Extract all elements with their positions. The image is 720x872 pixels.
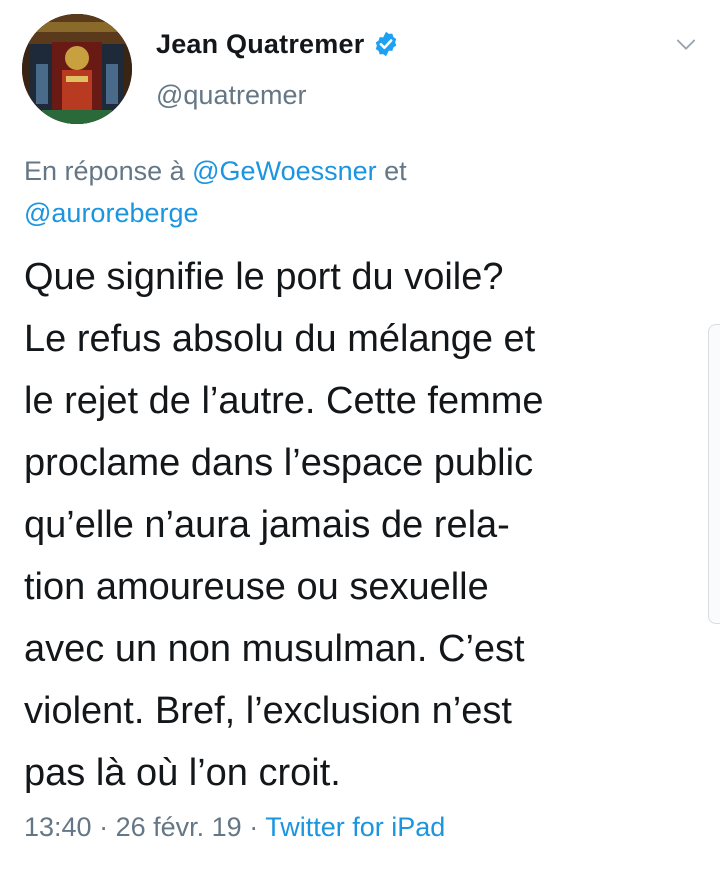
reply-conjunction: et (384, 156, 407, 186)
tweet-text-line: pas là où l’on croit. (24, 752, 341, 794)
meta-separator: · (99, 812, 109, 842)
edge-card-divider (708, 324, 720, 624)
reply-context: En réponse à @GeWoessner et @auroreberge (24, 150, 664, 234)
tweet-time[interactable]: 13:40 (24, 812, 92, 842)
tweet-text-line: le rejet de l’autre. Cette femme (24, 380, 544, 422)
tweet-text: Que signifie le port du voile? Le refus … (24, 246, 704, 804)
tweet-text-line: tion amoureuse ou sexuelle (24, 566, 489, 608)
tweet-text-line: proclame dans l’espace public (24, 442, 534, 484)
tweet-text-line: qu’elle n’aura jamais de rela- (24, 504, 510, 546)
tweet-text-line: avec un non musulman. C’est (24, 628, 525, 670)
tweet-date[interactable]: 26 févr. 19 (116, 812, 242, 842)
tweet-text-line: Le refus absolu du mélange et (24, 318, 536, 360)
tweet-meta: 13:40 · 26 févr. 19 · Twitter for iPad (24, 812, 445, 843)
avatar[interactable] (22, 14, 132, 124)
author-name-row: Jean Quatremer (156, 26, 400, 62)
tweet-source-link[interactable]: Twitter for iPad (265, 812, 445, 842)
tweet-text-line: violent. Bref, l’exclusion n’est (24, 690, 512, 732)
verified-badge-icon (372, 30, 400, 58)
mention-link[interactable]: @GeWoessner (192, 156, 376, 186)
meta-separator: · (249, 812, 259, 842)
chevron-down-icon[interactable] (672, 30, 700, 58)
tweet-card: Jean Quatremer @quatremer En réponse à @… (0, 0, 720, 872)
mention-link[interactable]: @auroreberge (24, 198, 199, 228)
tweet-text-line: Que signifie le port du voile? (24, 256, 504, 298)
reply-prefix: En réponse à (24, 156, 185, 186)
author-handle[interactable]: @quatremer (156, 80, 306, 111)
author-display-name[interactable]: Jean Quatremer (156, 29, 364, 60)
